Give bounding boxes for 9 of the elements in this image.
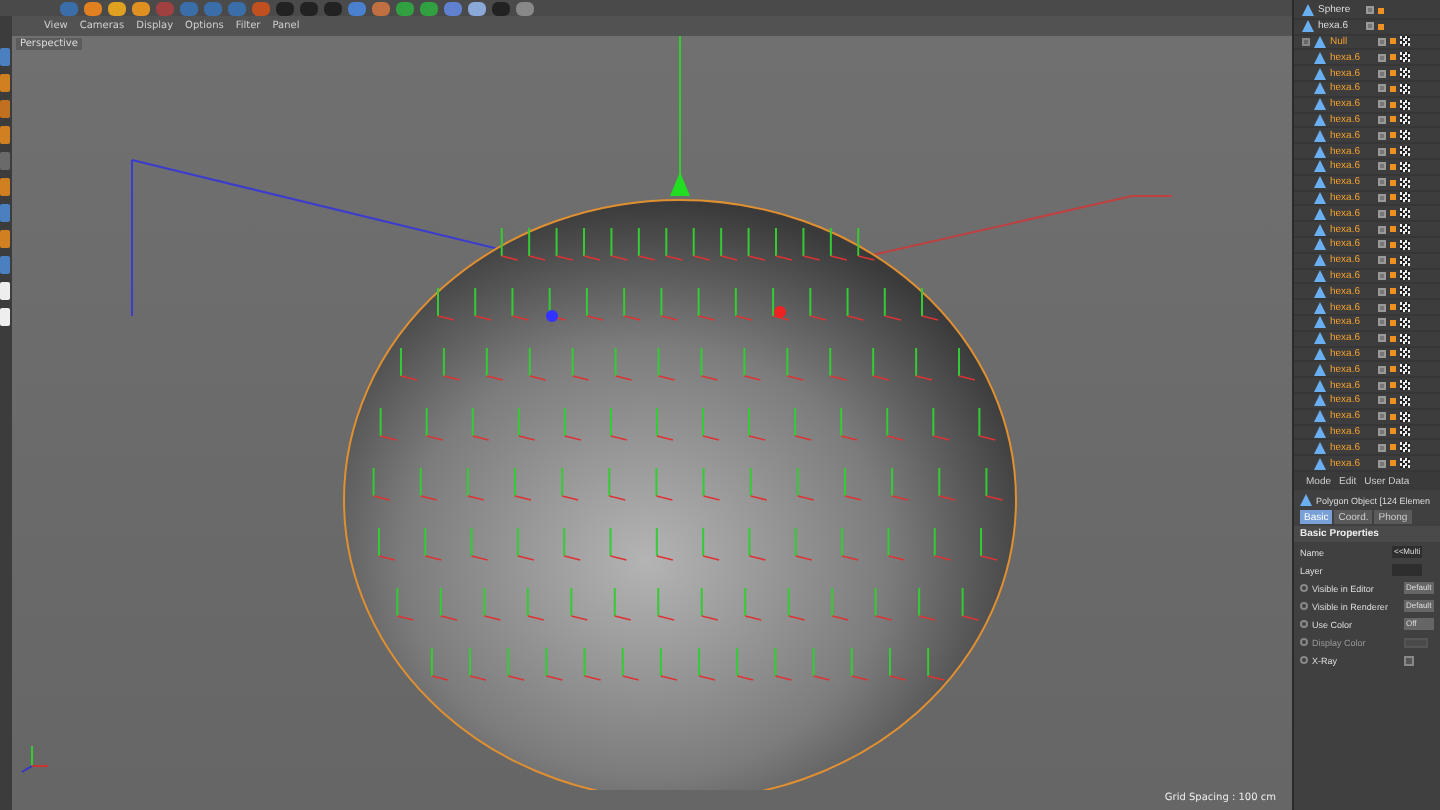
polygon-object-icon: [1300, 494, 1312, 506]
animation-knob-icon[interactable]: [1300, 602, 1308, 610]
expand-toggle[interactable]: [1302, 37, 1310, 46]
animation-knob-icon[interactable]: [1300, 584, 1308, 592]
animation-knob-icon[interactable]: [1300, 656, 1308, 664]
world-axis-icon: [21, 745, 49, 773]
animation-knob-icon[interactable]: [1300, 620, 1308, 628]
animation-knob-icon[interactable]: [1300, 638, 1308, 646]
checkbox[interactable]: [1404, 655, 1414, 665]
